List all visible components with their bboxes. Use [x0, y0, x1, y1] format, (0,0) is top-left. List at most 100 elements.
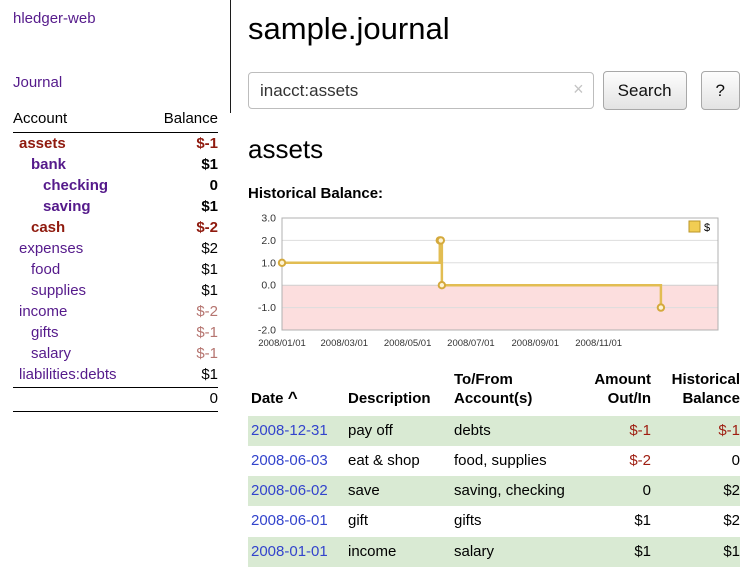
register-accounts: salary — [451, 537, 575, 567]
sidebar-account-link[interactable]: saving — [13, 198, 148, 215]
account-row: salary$-1 — [13, 343, 218, 364]
account-row: expenses$2 — [13, 238, 218, 259]
sidebar-account-link[interactable]: bank — [13, 156, 148, 173]
chart-title: Historical Balance: — [248, 185, 740, 202]
register-row: 2008-06-03 eat & shopfood, supplies$-20 — [248, 446, 740, 476]
account-row: assets$-1 — [13, 133, 218, 155]
register-header-date-label: Date — [251, 390, 284, 407]
account-row: income$-2 — [13, 301, 218, 322]
register-date-link[interactable]: 2008-01-01 — [251, 543, 328, 560]
x-tick-label: 2008/09/01 — [512, 338, 560, 349]
account-row: cash$-2 — [13, 217, 218, 238]
register-balance: $2 — [651, 506, 740, 536]
account-row: bank$1 — [13, 154, 218, 175]
page-title: sample.journal — [248, 11, 740, 47]
register-balance: $1 — [651, 537, 740, 567]
account-balance: 0 — [148, 175, 218, 196]
accounts-table: Account Balance assets$-1bank$1checking0… — [13, 108, 218, 412]
register-description: income — [345, 537, 451, 567]
x-tick-label: 2008/05/01 — [384, 338, 432, 349]
register-date-link[interactable]: 2008-06-03 — [251, 452, 328, 469]
y-tick-label: 2.0 — [261, 235, 276, 247]
register-amount: $-1 — [575, 416, 651, 446]
search-button[interactable]: Search — [603, 71, 687, 110]
register-date-link[interactable]: 2008-06-02 — [251, 482, 328, 499]
sidebar-account-link[interactable]: supplies — [13, 282, 148, 299]
register-accounts: saving, checking — [451, 476, 575, 506]
clear-search-icon[interactable]: × — [573, 80, 584, 98]
search-box: × — [248, 72, 594, 109]
account-balance: $1 — [148, 259, 218, 280]
account-balance: $1 — [148, 280, 218, 301]
register-accounts: food, supplies — [451, 446, 575, 476]
register-header-row: Date ^ Description To/From Account(s) Am… — [248, 369, 740, 416]
sidebar-account-link[interactable]: liabilities:debts — [13, 366, 148, 383]
account-balance: $-2 — [148, 217, 218, 238]
legend-swatch — [689, 221, 700, 232]
register-header-date[interactable]: Date ^ — [248, 369, 345, 416]
register-balance: $-1 — [651, 416, 740, 446]
help-button[interactable]: ? — [701, 71, 740, 110]
account-heading: assets — [248, 134, 740, 165]
data-point-marker — [279, 260, 285, 266]
balance-chart: 3.0 2.0 1.0 0.0 -1.0 -2.02008/01/01 2008/03/01… — [248, 210, 740, 357]
account-row: gifts$-1 — [13, 322, 218, 343]
accounts-header-balance: Balance — [148, 108, 218, 133]
sidebar-account-link[interactable]: checking — [13, 177, 148, 194]
register-amount: $1 — [575, 506, 651, 536]
y-tick-label: -2.0 — [258, 325, 276, 337]
y-tick-label: 0.0 — [261, 280, 276, 292]
register-description: eat & shop — [345, 446, 451, 476]
nav-journal-link[interactable]: Journal — [13, 74, 222, 91]
register-row: 2008-01-01incomesalary$1$1 — [248, 537, 740, 567]
x-tick-label: 2008/03/01 — [321, 338, 369, 349]
sidebar-account-link[interactable]: gifts — [13, 324, 148, 341]
y-tick-label: -1.0 — [258, 302, 276, 314]
sidebar-account-link[interactable]: salary — [13, 345, 148, 362]
account-row: checking0 — [13, 175, 218, 196]
accounts-total-row: 0 — [13, 388, 218, 412]
register-row: 2008-06-01giftgifts$1$2 — [248, 506, 740, 536]
register-accounts: debts — [451, 416, 575, 446]
x-tick-label: 2008/11/01 — [575, 338, 622, 349]
y-tick-label: 3.0 — [261, 213, 276, 225]
account-row: saving$1 — [13, 196, 218, 217]
accounts-total-value: 0 — [148, 388, 218, 412]
account-row: liabilities:debts$1 — [13, 364, 218, 388]
register-row: 2008-06-02savesaving, checking0$2 — [248, 476, 740, 506]
search-row: × Search ? — [248, 71, 740, 110]
account-balance: $2 — [148, 238, 218, 259]
account-balance: $1 — [148, 196, 218, 217]
sidebar-account-link[interactable]: expenses — [13, 240, 148, 257]
hledger-web-app: hledger-web Journal Account Balance asse… — [0, 0, 742, 582]
sidebar-account-link[interactable]: cash — [13, 219, 148, 236]
account-row: food$1 — [13, 259, 218, 280]
register-header-balance: Historical Balance — [651, 369, 740, 416]
sidebar-account-link[interactable]: food — [13, 261, 148, 278]
balance-chart-svg: 3.0 2.0 1.0 0.0 -1.0 -2.02008/01/01 2008/03/01… — [248, 210, 726, 352]
register-date-link[interactable]: 2008-12-31 — [251, 422, 328, 439]
y-tick-label: 1.0 — [261, 257, 276, 269]
register-table: Date ^ Description To/From Account(s) Am… — [248, 369, 740, 567]
main-content: sample.journal × Search ? assets Histori… — [248, 0, 740, 567]
search-input[interactable] — [248, 72, 594, 109]
sidebar-account-link[interactable]: assets — [13, 135, 148, 152]
register-header-account: To/From Account(s) — [451, 369, 575, 416]
x-tick-label: 2008/07/01 — [447, 338, 495, 349]
account-row: supplies$1 — [13, 280, 218, 301]
register-date-link[interactable]: 2008-06-01 — [251, 512, 328, 529]
register-amount: 0 — [575, 476, 651, 506]
register-balance: 0 — [651, 446, 740, 476]
register-balance: $2 — [651, 476, 740, 506]
x-tick-label: 2008/01/01 — [258, 338, 306, 349]
account-balance: $-1 — [148, 322, 218, 343]
register-amount: $-2 — [575, 446, 651, 476]
data-point-marker — [658, 304, 664, 310]
app-title[interactable]: hledger-web — [13, 10, 222, 27]
accounts-header-account: Account — [13, 108, 148, 133]
account-balance: $1 — [148, 364, 218, 388]
register-description: pay off — [345, 416, 451, 446]
sort-ascending-icon: ^ — [288, 388, 298, 407]
sidebar-account-link[interactable]: income — [13, 303, 148, 320]
register-header-amount: Amount Out/In — [575, 369, 651, 416]
